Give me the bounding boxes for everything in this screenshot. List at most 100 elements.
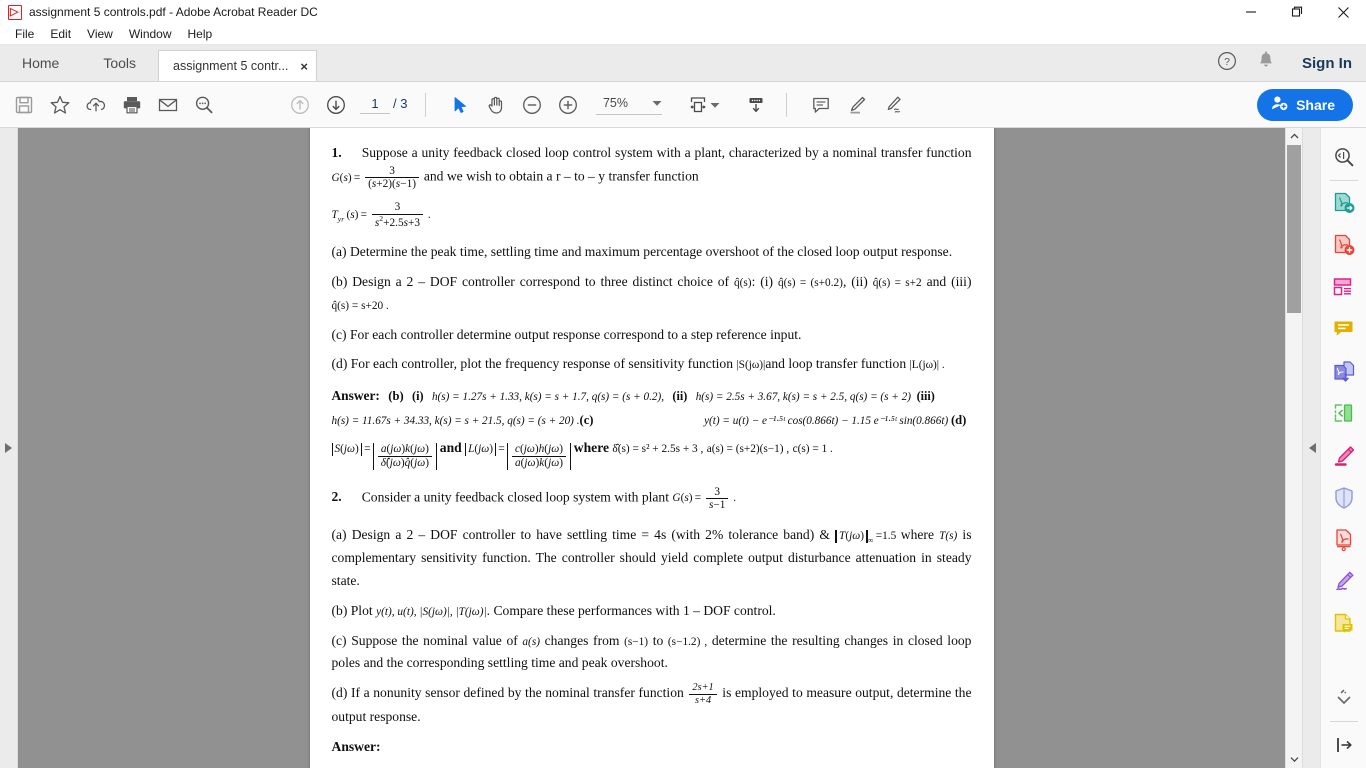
scroll-up-icon[interactable] xyxy=(1286,128,1302,145)
scroll-down-icon[interactable] xyxy=(1286,751,1302,768)
more-tools-chevron-icon[interactable] xyxy=(1323,677,1365,719)
menu-file[interactable]: File xyxy=(7,25,42,43)
search-icon[interactable] xyxy=(186,87,222,123)
menu-edit[interactable]: Edit xyxy=(42,25,79,43)
window-controls xyxy=(1228,0,1366,24)
menu-window[interactable]: Window xyxy=(121,25,180,43)
protect-icon[interactable] xyxy=(1323,477,1365,519)
certificate-pdf-icon[interactable] xyxy=(1323,519,1365,561)
right-pane-toggle[interactable] xyxy=(1302,128,1320,768)
q2-part-d-frac-num: 2s+1 xyxy=(689,682,717,695)
q1-answer-line-2: h(s) = 11.67s + 34.33, k(s) = s + 21.5, … xyxy=(332,411,972,430)
q1-qhat-i: q̂(s) = (s+0.2) xyxy=(777,276,843,289)
maximize-icon[interactable] xyxy=(1274,0,1320,24)
bell-icon[interactable] xyxy=(1256,50,1276,77)
q1-ans-b-tag: (b) xyxy=(388,389,404,404)
pdf-page: 1. Suppose a unity feedback closed loop c… xyxy=(309,128,994,768)
fill-and-sign-icon[interactable] xyxy=(1323,561,1365,603)
collapse-pane-icon[interactable] xyxy=(1323,724,1365,766)
compress-pdf-icon[interactable] xyxy=(1323,393,1365,435)
q1-part-b: (b) Design a 2 – DOF controller correspo… xyxy=(332,271,972,317)
q1-part-b-mid: : (i) xyxy=(751,273,774,289)
close-icon[interactable] xyxy=(1320,0,1366,24)
minimize-icon[interactable] xyxy=(1228,0,1274,24)
combine-files-icon[interactable] xyxy=(1323,351,1365,393)
cursor-arrow-icon[interactable] xyxy=(442,87,478,123)
q1-part-b-pre: (b) Design a 2 – DOF controller correspo… xyxy=(331,273,730,289)
q2-part-a-line1: (a) Design a 2 – DOF controller to have … xyxy=(331,526,830,542)
pdf-document-icon: ▷ xyxy=(8,4,22,20)
q2-part-c-to: (s−1.2) , xyxy=(667,635,708,648)
q1-ans-eq-L: L(jω) = c(jω)h(jω) a(jω)k(jω) xyxy=(465,443,574,470)
page-number-input[interactable] xyxy=(360,95,390,114)
q2-answer-label: Answer: xyxy=(331,739,381,755)
tab-strip: Home Tools assignment 5 contr... × ? Sig… xyxy=(0,45,1366,82)
toolbar-divider-1 xyxy=(425,92,427,117)
q1-eq-G: G(s) = 3 (s+2)(s−1) xyxy=(332,165,424,190)
arrow-down-circle-icon[interactable] xyxy=(318,87,354,123)
star-icon[interactable] xyxy=(42,87,78,123)
left-pane-toggle[interactable] xyxy=(0,128,18,768)
chevron-down-icon[interactable] xyxy=(710,96,720,114)
menu-view[interactable]: View xyxy=(79,25,121,43)
highlighter-icon[interactable] xyxy=(839,87,875,123)
tab-document-label: assignment 5 contr... xyxy=(173,59,289,73)
expand-left-pane-icon[interactable] xyxy=(5,443,12,453)
vertical-scrollbar[interactable] xyxy=(1285,128,1302,768)
q1-ans-i-tag: (i) xyxy=(412,389,424,404)
edit-pdf-icon[interactable] xyxy=(1323,435,1365,477)
comment-pane-icon[interactable] xyxy=(1323,309,1365,351)
organize-pages-icon[interactable] xyxy=(1323,267,1365,309)
export-pdf-icon[interactable] xyxy=(1323,183,1365,225)
share-button[interactable]: Share xyxy=(1257,88,1353,121)
q1-ans-ii-tag: (ii) xyxy=(672,389,688,404)
zoom-level-selector[interactable]: 75% xyxy=(596,94,663,115)
q1-qhat-ii: q̂(s) = s+2 xyxy=(872,276,922,289)
search-pane-icon[interactable] xyxy=(1323,136,1365,178)
q1-ans-c: y(t) = u(t) − e⁻¹·⁵ᵗ cos(0.866t) − 1.15 … xyxy=(704,415,949,428)
q1-ans-c-tag: (c) xyxy=(579,413,594,428)
q2-part-b-eq: y(t), u(t), |S(jω)|, |T(jω)| xyxy=(376,605,487,618)
question-circle-icon[interactable]: ? xyxy=(1216,50,1238,77)
save-icon[interactable] xyxy=(6,87,42,123)
request-signature-icon[interactable] xyxy=(1323,603,1365,645)
q2-part-a-mid: where xyxy=(900,526,934,542)
tab-home[interactable]: Home xyxy=(0,44,81,81)
arrow-up-circle-icon[interactable] xyxy=(282,87,318,123)
q2-part-c: (c) Suppose the nominal value of a(s) ch… xyxy=(332,630,972,676)
close-icon[interactable]: × xyxy=(300,60,308,73)
tool-pane-divider-bottom xyxy=(1329,721,1358,722)
q2-statement: 2. Consider a unity feedback closed loop … xyxy=(332,486,972,512)
comment-icon[interactable] xyxy=(803,87,839,123)
print-icon[interactable] xyxy=(114,87,150,123)
vertical-scrollbar-thumb[interactable] xyxy=(1287,145,1301,313)
sign-in-button[interactable]: Sign In xyxy=(1302,55,1352,72)
q2-part-b-pre: (b) Plot xyxy=(331,602,373,618)
q1-line2: and we wish to obtain a r – to – y trans… xyxy=(423,168,699,184)
title-bar: ▷ assignment 5 controls.pdf - Adobe Acro… xyxy=(0,0,1366,24)
tab-tools[interactable]: Tools xyxy=(81,44,158,81)
q1-part-d: (d) For each controller, plot the freque… xyxy=(332,353,972,376)
tab-document[interactable]: assignment 5 contr... × xyxy=(158,50,317,81)
q1-ans-iii: h(s) = 11.67s + 34.33, k(s) = s + 21.5, … xyxy=(331,415,580,428)
q1-number: 1. xyxy=(331,145,342,160)
chevron-down-icon[interactable] xyxy=(652,94,662,112)
q2-eq-Tnorm: T(jω) ∞ =1.5 xyxy=(835,529,901,544)
email-icon[interactable] xyxy=(150,87,186,123)
q1-ans-d-delta: δ̂(s) = s² + 2.5s + 3 , xyxy=(612,443,704,456)
cloud-upload-icon[interactable] xyxy=(78,87,114,123)
window-title: assignment 5 controls.pdf - Adobe Acroba… xyxy=(29,5,318,19)
sign-icon[interactable] xyxy=(875,87,911,123)
q1-ans-i: h(s) = 1.27s + 1.33, k(s) = s + 1.7, q(s… xyxy=(431,391,665,404)
create-pdf-icon[interactable] xyxy=(1323,225,1365,267)
svg-text:?: ? xyxy=(1224,56,1230,68)
q1-ans-iii-tag: (iii) xyxy=(916,389,935,404)
zoom-out-icon[interactable] xyxy=(514,87,550,123)
collapse-right-pane-icon[interactable] xyxy=(1309,443,1316,453)
document-viewport[interactable]: 1. Suppose a unity feedback closed loop c… xyxy=(18,128,1285,768)
menu-help[interactable]: Help xyxy=(180,25,221,43)
q2-part-b: (b) Plot y(t), u(t), |S(jω)|, |T(jω)|. C… xyxy=(332,600,972,623)
zoom-in-icon[interactable] xyxy=(550,87,586,123)
page-scroll-icon[interactable] xyxy=(738,87,774,123)
hand-icon[interactable] xyxy=(478,87,514,123)
